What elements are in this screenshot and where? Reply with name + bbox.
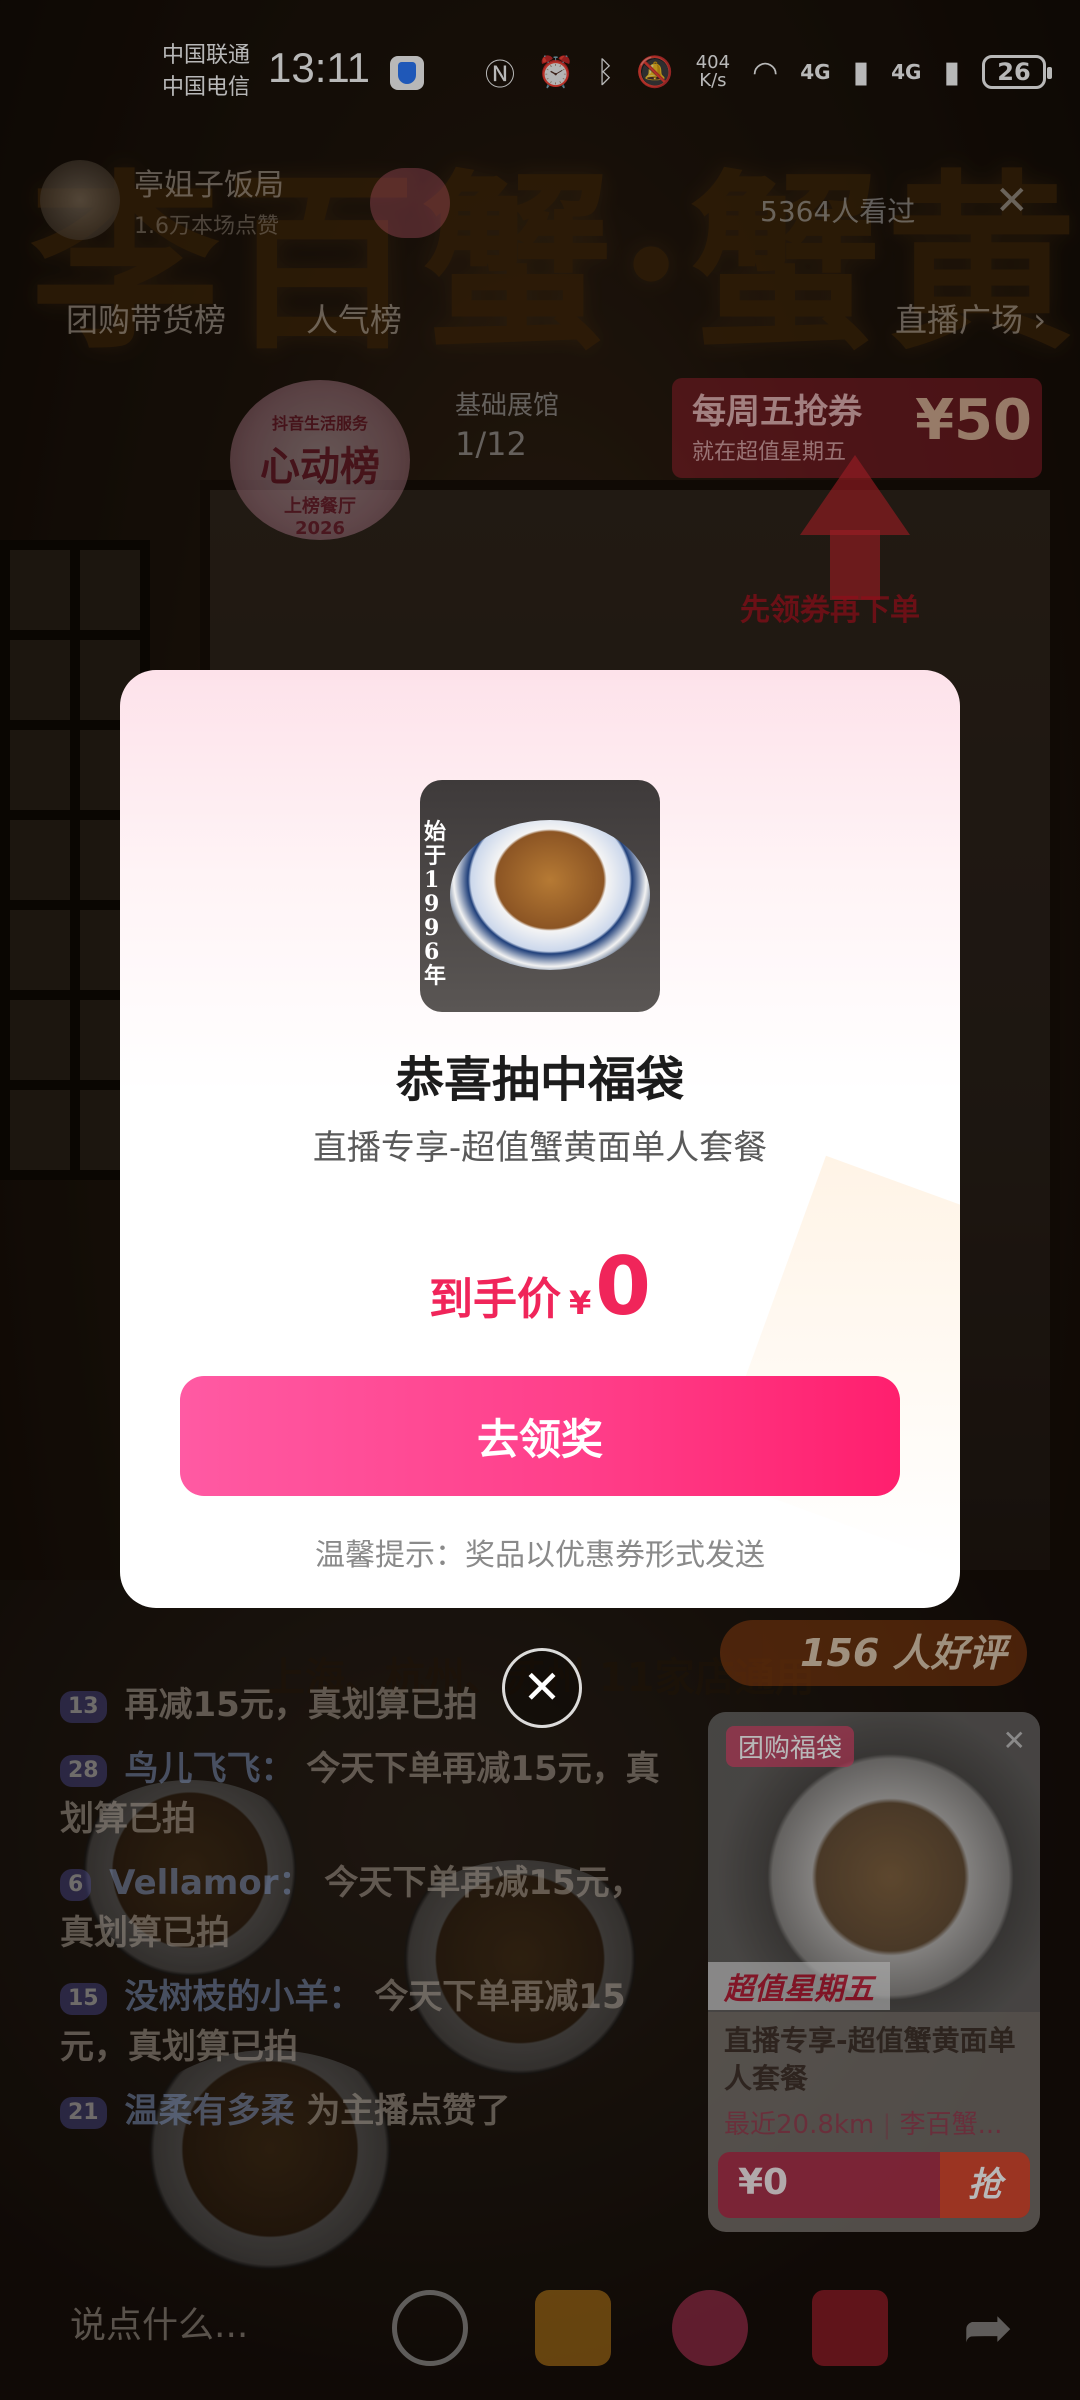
close-icon[interactable]: ✕ (502, 1648, 582, 1728)
reminder-tip: 温馨提示：奖品以优惠券形式发送 (315, 1538, 765, 1573)
prize-name: 直播专享-超值蟹黄面单人套餐 (312, 1128, 768, 1168)
price-label: 到手价 (429, 1274, 562, 1325)
currency-symbol: ¥ (569, 1284, 592, 1322)
final-price: 到手价 ¥0 (120, 1240, 960, 1333)
lucky-bag-modal: 始于1996年 恭喜抽中福袋 直播专享-超值蟹黄面单人套餐 到手价 ¥0 去领奖 … (120, 670, 960, 1608)
crab-noodle-bowl-image (450, 820, 650, 970)
modal-title: 恭喜抽中福袋 (395, 1052, 684, 1108)
price-value: 0 (595, 1240, 651, 1333)
decorative-ribbon (709, 1155, 960, 1565)
prize-image: 始于1996年 (420, 780, 660, 1012)
since-year-text: 始于1996年 (424, 819, 447, 989)
claim-prize-button[interactable]: 去领奖 (180, 1376, 900, 1496)
